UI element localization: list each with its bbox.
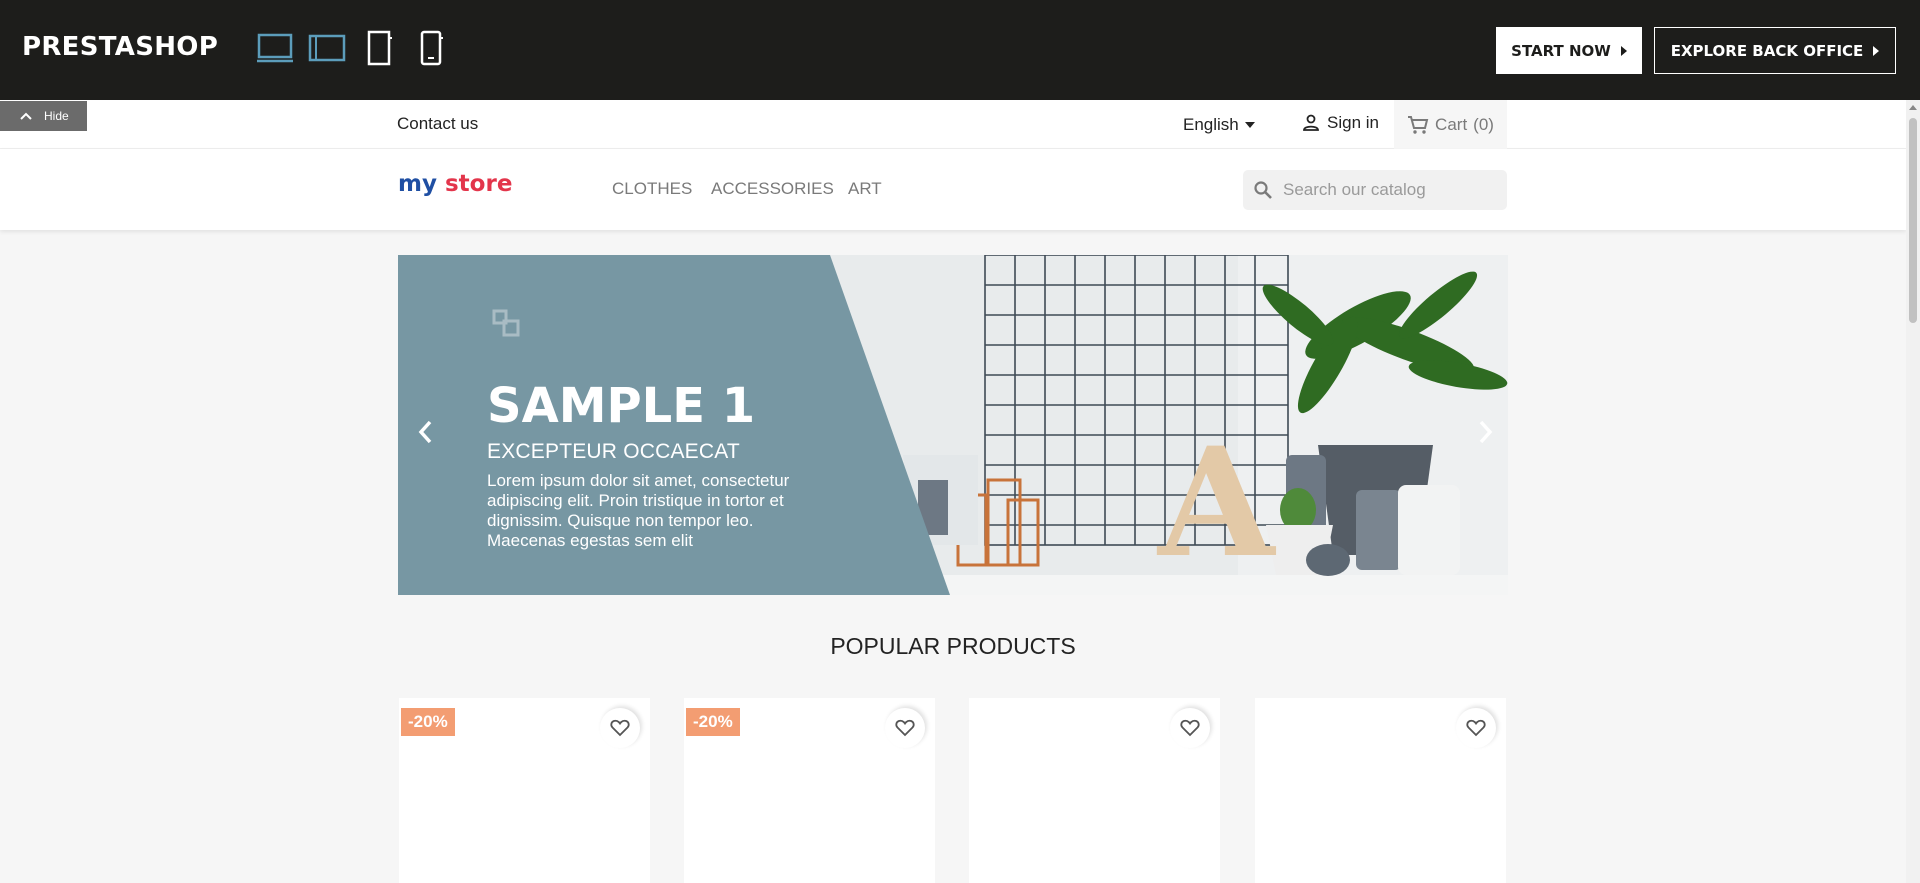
start-now-button[interactable]: START NOW [1496,27,1642,74]
demo-toolbar: PRESTASHOP START NOW EXPLORE BACK OFFICE [0,0,1920,100]
chevron-right-icon [1479,420,1493,444]
popular-products-title: POPULAR PRODUCTS [830,633,1076,659]
search-widget [1243,170,1507,210]
slider-next-button[interactable] [1475,417,1495,453]
tablet-landscape-icon [308,34,346,62]
search-input[interactable] [1283,180,1493,200]
heart-icon [895,719,915,737]
menu-item-accessories[interactable]: ACCESSORIES [711,179,834,199]
product-card[interactable]: -20% [399,698,650,883]
product-card[interactable] [1255,698,1506,883]
contact-us-link[interactable]: Contact us [397,114,478,134]
caret-right-icon [1873,45,1880,56]
heart-icon [1180,719,1200,737]
store-main-header: my store CLOTHES ACCESSORIES ART [0,149,1906,230]
cart-count: (0) [1473,114,1494,134]
svg-text:A: A [1156,415,1277,591]
language-label: English [1183,115,1239,134]
wishlist-button[interactable] [885,708,925,748]
discount-badge: -20% [686,708,740,736]
user-icon [1303,114,1319,131]
menu-item-clothes[interactable]: CLOTHES [612,179,692,199]
wishlist-button[interactable] [600,708,640,748]
heart-icon [1466,719,1486,737]
store-logo[interactable]: my store [398,171,512,197]
desktop-icon [257,33,293,63]
page-scrollbar[interactable] [1906,100,1920,883]
chevron-up-icon [20,112,32,120]
store-top-nav: Contact us English Sign in Cart (0) [0,100,1906,149]
hero-slider: A SAMPLE 1 EXCEPTEUR OCCAECAT Lorem ipsu… [398,255,1508,595]
tablet-portrait-icon [367,30,392,66]
hide-label: Hide [44,109,69,123]
hide-toolbar-button[interactable]: Hide [0,101,87,131]
sign-in-link[interactable]: Sign in [1301,113,1379,133]
scroll-up-arrow-icon[interactable] [1909,105,1917,110]
cart-button[interactable]: Cart (0) [1394,100,1507,149]
start-now-label: START NOW [1511,41,1611,60]
desktop-view-button[interactable] [256,30,294,66]
chevron-left-icon [418,420,432,444]
caret-right-icon [1620,45,1627,56]
cart-icon [1408,115,1429,134]
cart-label: Cart [1435,114,1468,134]
slide-title: SAMPLE 1 [487,378,756,434]
product-card[interactable] [969,698,1220,883]
scrollbar-thumb[interactable] [1909,118,1917,323]
logo-text-my: my [398,171,437,197]
logo-text-store: store [444,171,513,197]
explore-back-office-label: EXPLORE BACK OFFICE [1670,41,1864,60]
mobile-view-button[interactable] [418,30,444,66]
slide-description: Lorem ipsum dolor sit amet, consectetur … [487,471,790,550]
heart-icon [610,719,630,737]
product-card[interactable]: -20% [684,698,935,883]
wishlist-button[interactable] [1456,708,1496,748]
sign-in-label: Sign in [1327,113,1379,132]
tablet-portrait-view-button[interactable] [366,30,392,66]
tablet-landscape-view-button[interactable] [308,30,346,66]
mobile-icon [420,30,443,66]
language-selector[interactable]: English [1183,115,1255,135]
slider-prev-button[interactable] [416,417,436,453]
slide-subtitle: EXCEPTEUR OCCAECAT [487,440,740,463]
menu-item-art[interactable]: ART [848,179,882,199]
explore-back-office-button[interactable]: EXPLORE BACK OFFICE [1654,27,1896,74]
wishlist-button[interactable] [1170,708,1210,748]
prestashop-logo[interactable]: PRESTASHOP [22,32,218,62]
search-icon[interactable] [1243,180,1283,200]
caret-down-icon [1244,122,1255,128]
discount-badge: -20% [401,708,455,736]
